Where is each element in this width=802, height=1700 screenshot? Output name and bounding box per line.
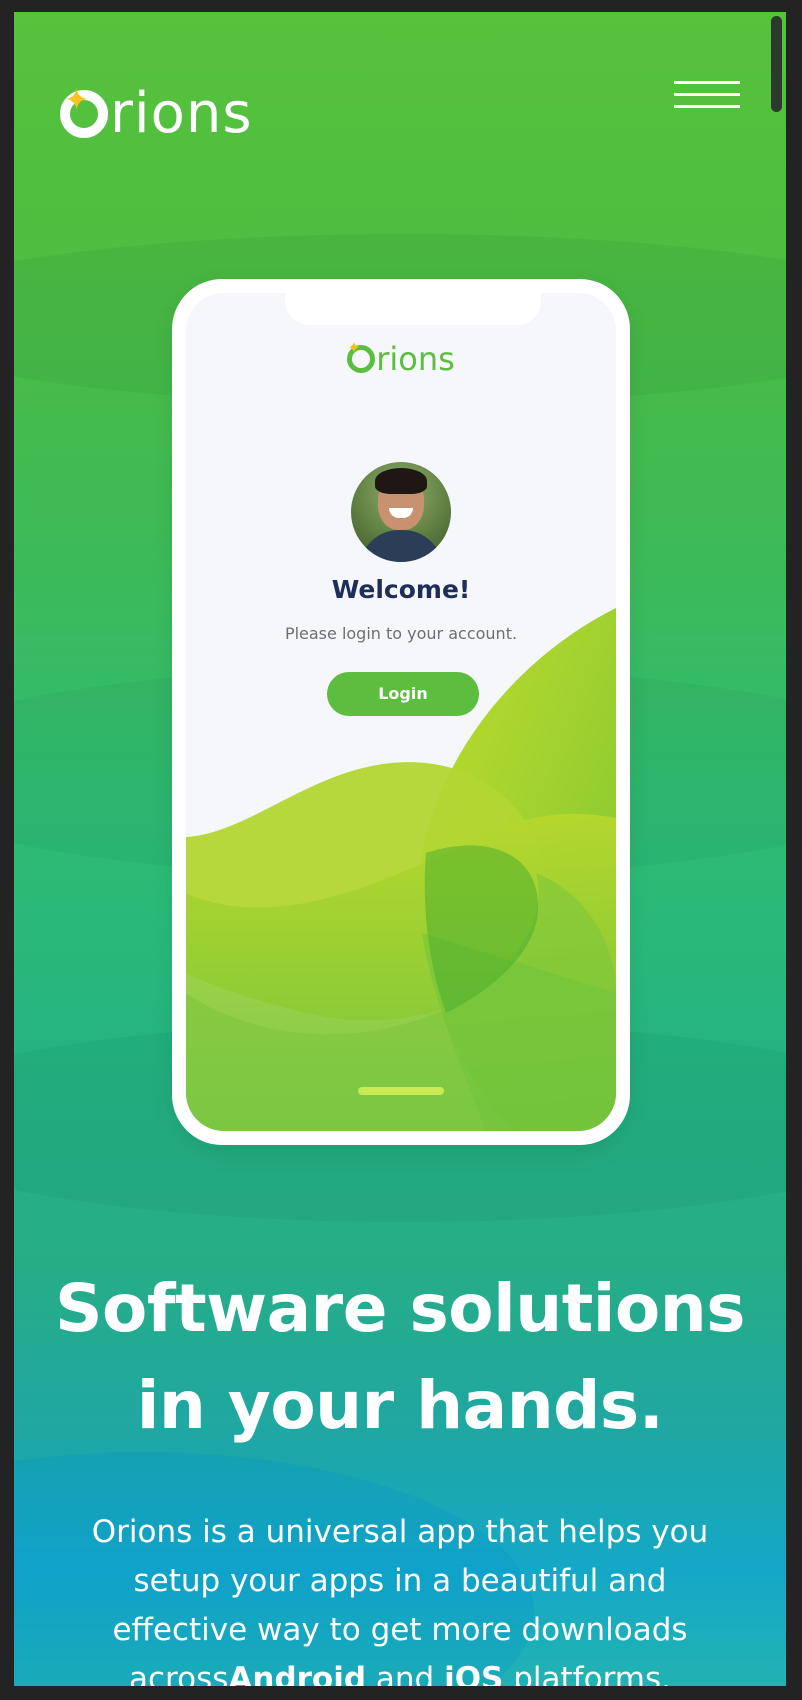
login-prompt: Please login to your account.: [284, 624, 518, 643]
description-text: platforms.: [503, 1661, 671, 1686]
hero-description: Orions is a universal app that helps you…: [62, 1508, 738, 1686]
ios-label: iOS: [444, 1661, 504, 1686]
hamburger-menu-icon[interactable]: [674, 81, 740, 121]
app-logo-wordmark: rions: [376, 340, 455, 378]
scrollbar-thumb[interactable]: [771, 16, 782, 112]
welcome-heading: Welcome!: [331, 575, 471, 604]
orions-logo-icon: ✦: [60, 86, 108, 138]
hero-headline: Software solutions in your hands.: [14, 1260, 786, 1454]
user-avatar: [351, 462, 451, 562]
logo-wordmark: rions: [110, 81, 253, 146]
headline-line-2: in your hands.: [136, 1367, 664, 1444]
home-indicator: [358, 1087, 444, 1095]
site-logo[interactable]: ✦ rions: [60, 69, 253, 149]
android-label: Android: [228, 1661, 367, 1686]
description-text: and: [366, 1661, 445, 1686]
phone-mockup: ✦ rions Welcome! Please login to your ac…: [172, 279, 630, 1145]
page-viewport: ✦ rions ✦ rions Welcome! Please login to…: [14, 12, 786, 1686]
orions-logo-icon: ✦: [347, 340, 376, 373]
phone-screen: ✦ rions Welcome! Please login to your ac…: [186, 293, 616, 1131]
app-logo: ✦ rions: [186, 340, 616, 378]
headline-line-1: Software solutions: [55, 1270, 745, 1347]
login-button[interactable]: Login: [327, 672, 479, 716]
spark-icon: ✦: [64, 83, 90, 118]
phone-notch: [285, 293, 541, 325]
spark-icon: ✦: [347, 338, 361, 357]
